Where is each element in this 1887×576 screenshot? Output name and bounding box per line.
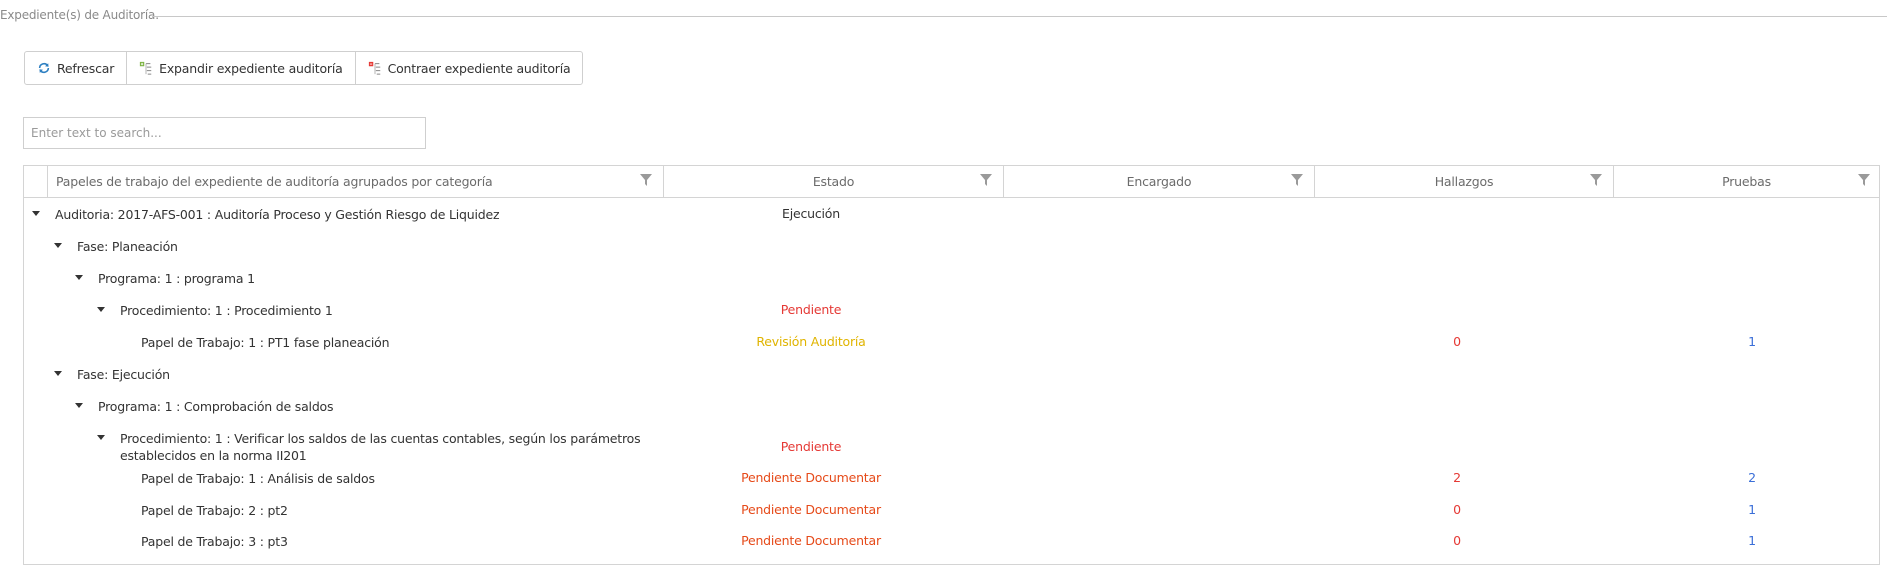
row-label: Procedimiento: 1 : Procedimiento 1 (120, 303, 333, 318)
refresh-label: Refrescar (57, 60, 115, 76)
column-header-hallazgos-label: Hallazgos (1434, 174, 1494, 189)
column-header-estado[interactable]: Estado (663, 166, 1003, 197)
column-header-papeles[interactable]: Papeles de trabajo del expediente de aud… (47, 166, 663, 197)
pruebas-count[interactable]: 1 (1737, 334, 1767, 349)
status-text: Pendiente Documentar (741, 470, 881, 485)
collapse-button[interactable]: Contraer expediente auditoría (356, 52, 583, 84)
status-text: Pendiente Documentar (741, 502, 881, 517)
row-label: Auditoria: 2017-AFS-001 : Auditoría Proc… (55, 207, 500, 222)
collapse-tree-icon (368, 61, 380, 75)
column-header-pruebas-label: Pruebas (1722, 174, 1771, 189)
status-text: Pendiente Documentar (741, 533, 881, 548)
hallazgos-count[interactable]: 0 (1442, 334, 1472, 349)
collapse-toggle-icon[interactable] (75, 275, 83, 280)
section-legend: Expediente(s) de Auditoría. (0, 8, 159, 22)
column-header-estado-label: Estado (812, 174, 855, 189)
column-header-encargado[interactable]: Encargado (1003, 166, 1314, 197)
row-label: Programa: 1 : Comprobación de saldos (98, 399, 334, 414)
filter-icon[interactable] (1857, 173, 1871, 187)
expand-tree-icon (140, 61, 152, 75)
hallazgos-count[interactable]: 2 (1442, 470, 1472, 485)
filter-icon[interactable] (979, 173, 993, 187)
search-input[interactable] (23, 117, 426, 149)
row-label: Papel de Trabajo: 3 : pt3 (141, 534, 288, 549)
row-label: Fase: Planeación (77, 239, 178, 254)
column-header-pruebas[interactable]: Pruebas (1613, 166, 1879, 197)
grid-header: Papeles de trabajo del expediente de aud… (24, 166, 1879, 198)
filter-icon[interactable] (1589, 173, 1603, 187)
row-label: Papel de Trabajo: 2 : pt2 (141, 503, 288, 518)
hallazgos-count[interactable]: 0 (1442, 502, 1472, 517)
row-label: Programa: 1 : programa 1 (98, 271, 255, 286)
collapse-toggle-icon[interactable] (75, 403, 83, 408)
column-header-hallazgos[interactable]: Hallazgos (1314, 166, 1613, 197)
refresh-icon (38, 62, 50, 74)
column-header-encargado-label: Encargado (1126, 174, 1192, 189)
row-label-continuation: establecidos en la norma II201 (120, 448, 307, 463)
expand-button[interactable]: Expandir expediente auditoría (127, 52, 356, 84)
toolbar: Refrescar Expandir expediente auditoría … (24, 51, 584, 85)
collapse-toggle-icon[interactable] (54, 371, 62, 376)
pruebas-count[interactable]: 1 (1737, 533, 1767, 548)
row-label: Papel de Trabajo: 1 : PT1 fase planeació… (141, 335, 390, 350)
hallazgos-count[interactable]: 0 (1442, 533, 1472, 548)
collapse-label: Contraer expediente auditoría (387, 60, 571, 76)
filter-icon[interactable] (639, 173, 653, 187)
pruebas-count[interactable]: 2 (1737, 470, 1767, 485)
row-label: Fase: Ejecución (77, 367, 170, 382)
collapse-toggle-icon[interactable] (97, 435, 105, 440)
collapse-toggle-icon[interactable] (97, 307, 105, 312)
refresh-button[interactable]: Refrescar (25, 52, 128, 84)
row-label: Procedimiento: 1 : Verificar los saldos … (120, 431, 641, 446)
expand-label: Expandir expediente auditoría (159, 60, 343, 76)
section-divider (152, 16, 1887, 17)
column-header-papeles-label: Papeles de trabajo del expediente de aud… (56, 174, 493, 189)
collapse-toggle-icon[interactable] (32, 211, 40, 216)
filter-icon[interactable] (1290, 173, 1304, 187)
row-label: Papel de Trabajo: 1 : Análisis de saldos (141, 471, 375, 486)
audit-tree-grid: Papeles de trabajo del expediente de aud… (23, 165, 1880, 565)
status-text: Pendiente (780, 302, 842, 317)
status-text: Revisión Auditoría (756, 334, 866, 349)
status-text: Ejecución (782, 206, 840, 221)
pruebas-count[interactable]: 1 (1737, 502, 1767, 517)
collapse-toggle-icon[interactable] (54, 243, 62, 248)
status-text: Pendiente (780, 439, 842, 454)
